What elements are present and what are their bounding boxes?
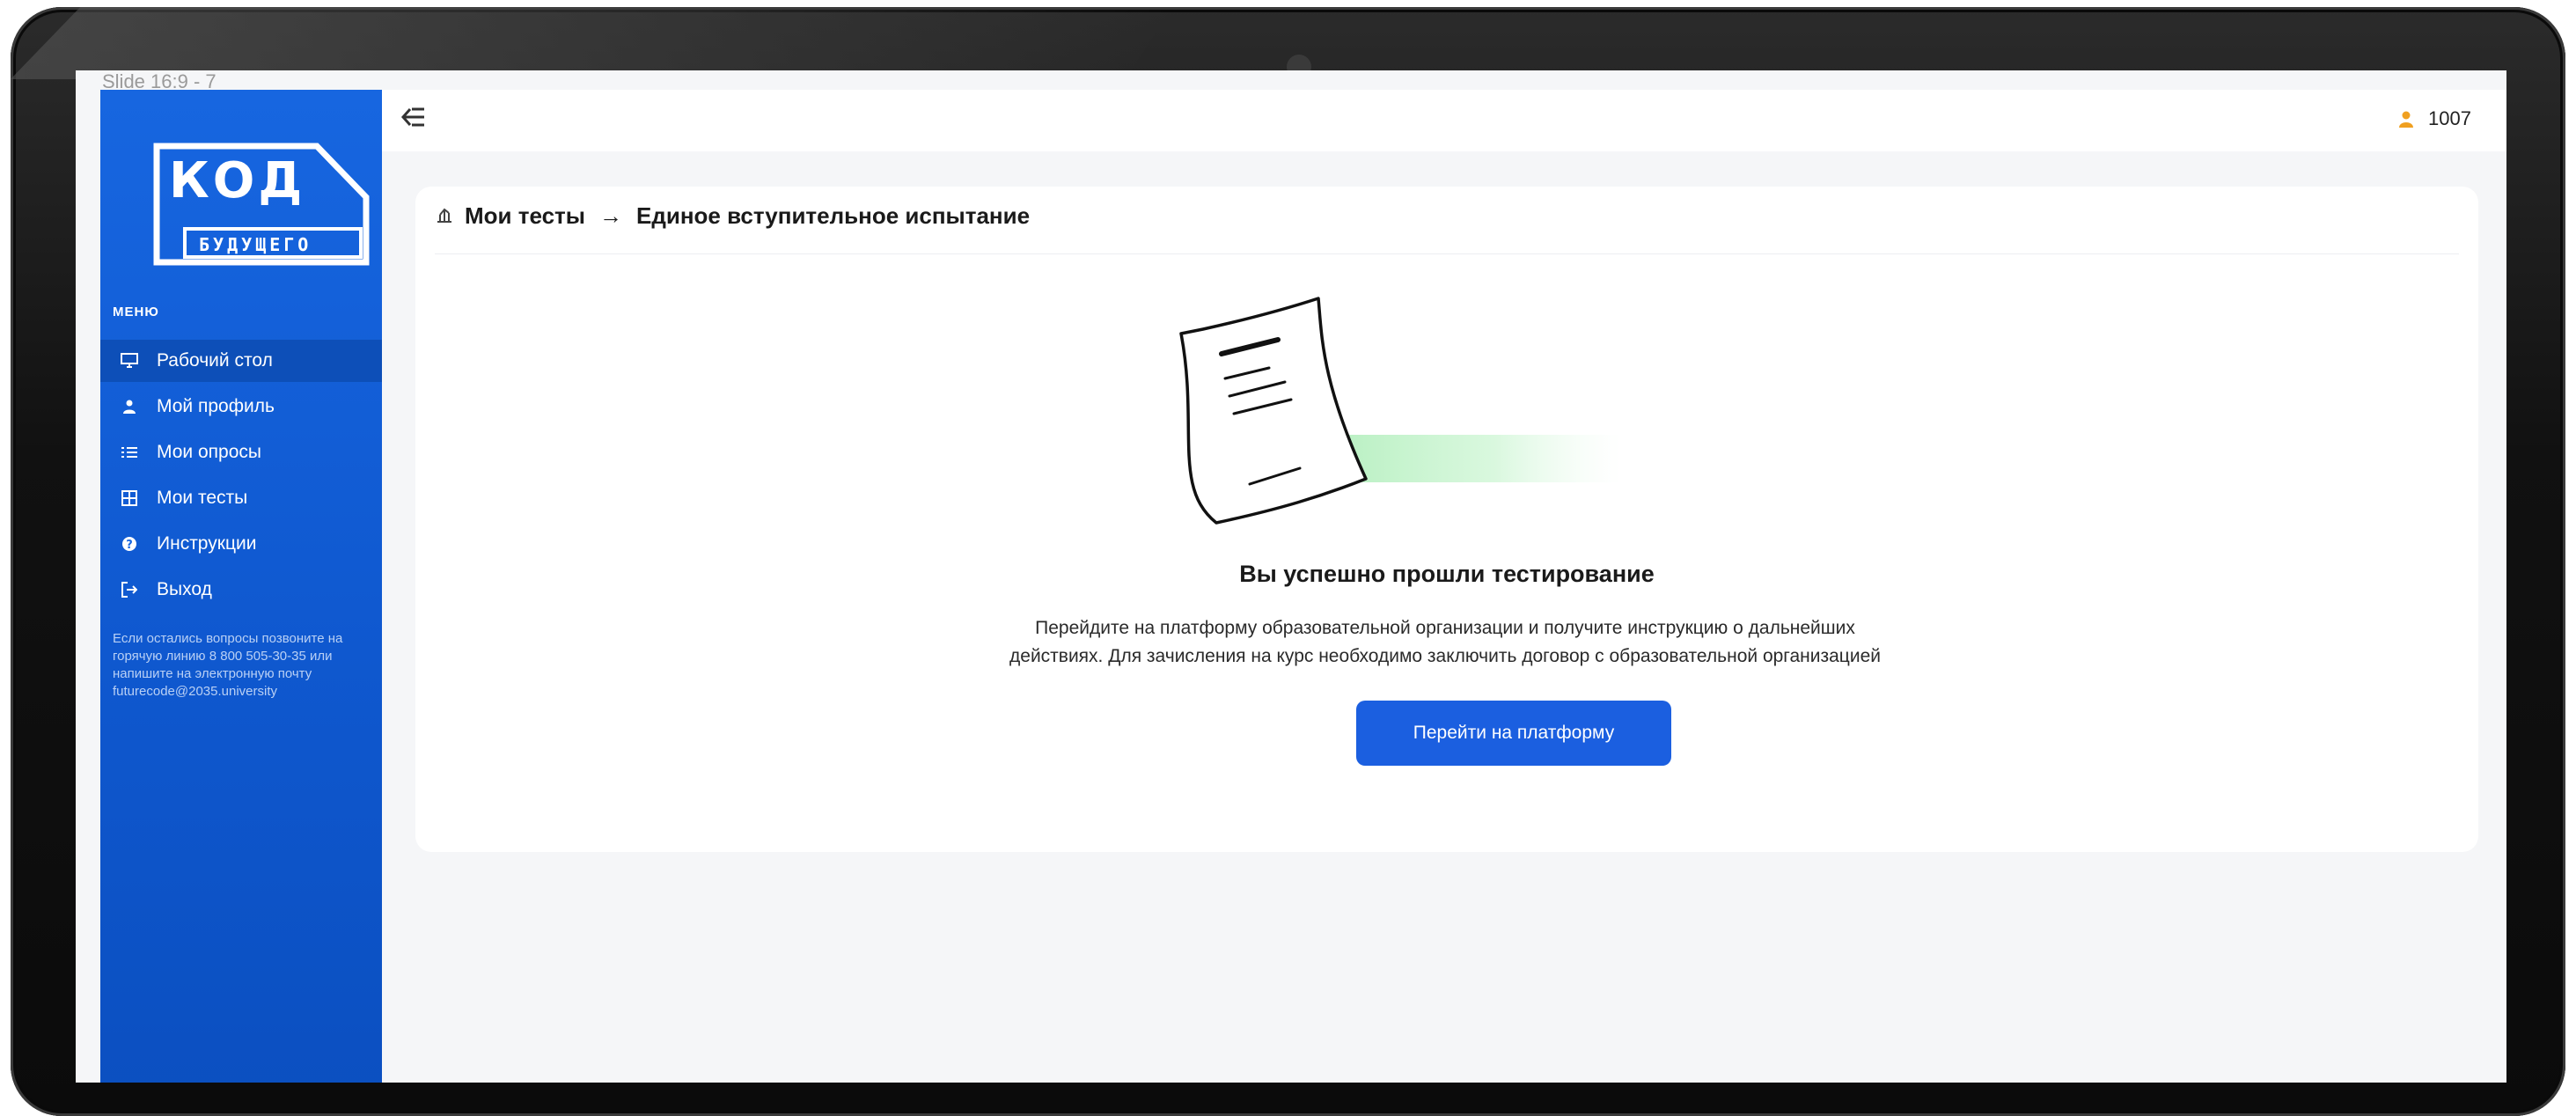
sidebar-item-label: Выход: [157, 579, 212, 599]
svg-text:?: ?: [126, 539, 133, 552]
breadcrumb: Мои тесты → Единое вступительное испытан…: [435, 202, 1030, 230]
user-icon: [120, 397, 139, 416]
bezel-reflection: [11, 7, 1172, 79]
sidebar-item-profile[interactable]: Мой профиль: [100, 385, 382, 428]
sidebar-item-surveys[interactable]: Мои опросы: [100, 431, 382, 474]
collapse-sidebar-icon[interactable]: [400, 106, 428, 134]
topbar: 1007: [382, 90, 2506, 151]
help-icon: ?: [120, 534, 139, 554]
sidebar-item-label: Рабочий стол: [157, 350, 273, 371]
tests-icon: [435, 204, 454, 229]
list-icon: [120, 443, 139, 462]
sidebar-item-instructions[interactable]: ? Инструкции: [100, 523, 382, 565]
content-card: Мои тесты → Единое вступительное испытан…: [415, 187, 2478, 852]
document-illustration: [1179, 297, 1621, 525]
breadcrumb-tests-link[interactable]: Мои тесты: [465, 202, 585, 230]
menu-title: МЕНЮ: [113, 305, 159, 319]
logo-icon: КОД БУДУЩЕГО: [153, 143, 370, 266]
logout-icon: [120, 580, 139, 599]
sidebar-item-label: Инструкции: [157, 533, 257, 554]
grid-icon: [120, 488, 139, 508]
sidebar-item-label: Мои тесты: [157, 488, 248, 508]
success-title: Вы успешно прошли тестирование: [1239, 561, 1655, 587]
screen: Slide 16:9 - 7 КОД БУДУЩЕГО МЕНЮ Рабочий…: [76, 70, 2506, 1083]
sidebar-help-note: Если остались вопросы позвоните на горяч…: [113, 631, 343, 699]
user-id: 1007: [2428, 107, 2471, 129]
monitor-icon: [120, 351, 139, 371]
sidebar-item-label: Мои опросы: [157, 442, 261, 462]
sidebar-item-desktop[interactable]: Рабочий стол: [100, 340, 382, 382]
sidebar: КОД БУДУЩЕГО МЕНЮ Рабочий стол Мой профи…: [100, 90, 382, 1083]
logo-main-text: КОД: [169, 152, 305, 209]
breadcrumb-current: Единое вступительное испытание: [636, 202, 1031, 229]
sidebar-item-logout[interactable]: Выход: [100, 569, 382, 611]
success-description: Перейдите на платформу образовательной о…: [1009, 618, 1881, 666]
user-icon: [2399, 111, 2414, 128]
divider: [435, 253, 2459, 254]
logo-sub-text: БУДУЩЕГО: [199, 234, 312, 255]
sidebar-item-label: Мой профиль: [157, 396, 275, 416]
logo[interactable]: КОД БУДУЩЕГО: [150, 143, 370, 266]
user-badge[interactable]: 1007: [2396, 107, 2471, 130]
go-to-platform-button[interactable]: Перейти на платформу: [1356, 701, 1671, 766]
sidebar-item-tests[interactable]: Мои тесты: [100, 477, 382, 519]
arrow-right-icon: →: [599, 202, 622, 229]
